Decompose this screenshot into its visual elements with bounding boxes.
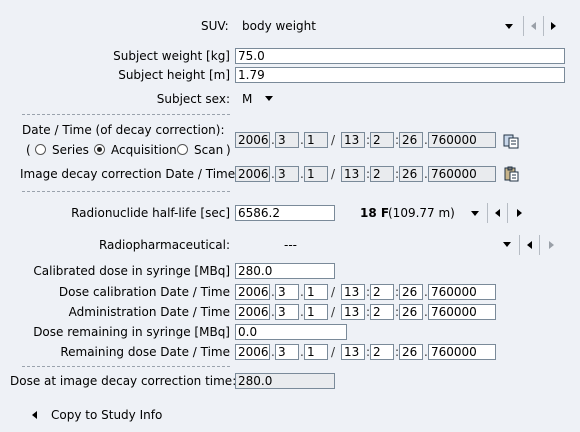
second-field[interactable]: 26 [399,166,423,182]
year-field[interactable]: 2006 [235,166,270,182]
dose-at-decay-value: 280.0 [235,373,335,389]
copy-to-study-info-label: Copy to Study Info [51,408,163,422]
fraction-field[interactable]: 760000 [428,132,496,148]
copy-to-study-info-button[interactable]: Copy to Study Info [30,405,163,425]
second-field[interactable]: 26 [399,304,423,320]
isotope-dropdown-icon[interactable] [471,211,479,216]
minute-field[interactable]: 2 [370,344,394,360]
month-field[interactable]: 3 [275,284,299,300]
image-decay-label: Image decay correction Date / Time [20,167,236,181]
remaining-dose-label: Dose remaining in syringe [MBq] [33,325,230,339]
isotope-prev-icon[interactable] [495,209,500,217]
paren-open: ( [26,143,31,157]
isotope-detail: (109.77 m) [388,206,455,220]
divider [22,191,230,192]
halflife-input[interactable]: 6586.2 [235,205,335,221]
subject-sex-select[interactable]: M [242,91,252,107]
slash-separator: / [331,345,336,359]
separator [543,16,544,36]
minute-field[interactable]: 2 [370,132,394,148]
hour-field[interactable]: 13 [341,132,365,148]
separator [487,203,488,223]
year-field[interactable]: 2006 [235,284,270,300]
administration-time-label: Administration Date / Time [68,305,230,319]
halflife-label: Radionuclide half-life [sec] [71,206,230,220]
slash-separator: / [331,167,336,181]
pharma-dropdown-icon[interactable] [503,242,511,247]
paste-icon[interactable] [503,166,519,182]
second-field[interactable]: 26 [399,344,423,360]
hour-field[interactable]: 13 [341,284,365,300]
isotope-next-icon[interactable] [517,209,522,217]
sex-dropdown-icon[interactable] [265,96,273,101]
separator [507,203,508,223]
day-field[interactable]: 1 [304,166,328,182]
minute-field[interactable]: 2 [370,304,394,320]
second-field[interactable]: 26 [399,284,423,300]
subject-weight-input[interactable]: 75.0 [235,48,565,64]
dose-at-decay-label: Dose at image decay correction time: [10,374,237,388]
day-field[interactable]: 1 [304,284,328,300]
radio-scan-label[interactable]: Scan [194,142,223,158]
arrow-left-icon [32,411,37,419]
divider [22,366,230,367]
month-field[interactable]: 3 [275,132,299,148]
dose-calibration-time-label: Dose calibration Date / Time [58,285,230,299]
fraction-field[interactable]: 760000 [428,344,496,360]
radio-series[interactable] [35,144,46,155]
suv-label: SUV: [201,19,229,33]
calibrated-dose-input[interactable]: 280.0 [235,263,335,279]
day-field[interactable]: 1 [304,132,328,148]
remaining-dose-time-label: Remaining dose Date / Time [60,345,230,359]
year-field[interactable]: 2006 [235,304,270,320]
remaining-dose-input[interactable]: 0.0 [235,324,347,340]
pharma-prev-icon[interactable] [527,241,532,249]
separator [519,235,520,255]
calibrated-dose-label: Calibrated dose in syringe [MBq] [33,264,230,278]
month-field[interactable]: 3 [275,304,299,320]
day-field[interactable]: 1 [304,344,328,360]
month-field[interactable]: 3 [275,344,299,360]
radio-scan[interactable] [177,144,188,155]
slash-separator: / [331,305,336,319]
paren-close: ) [226,143,231,157]
minute-field[interactable]: 2 [370,166,394,182]
suv-next-icon[interactable] [551,22,556,30]
day-field[interactable]: 1 [304,304,328,320]
month-field[interactable]: 3 [275,166,299,182]
fraction-field[interactable]: 760000 [428,304,496,320]
fraction-field[interactable]: 760000 [428,284,496,300]
subject-height-label: Subject height [m] [118,68,230,82]
pharma-select[interactable]: --- [284,237,297,253]
minute-field[interactable]: 2 [370,284,394,300]
separator [539,235,540,255]
decay-title: Date / Time (of decay correction): [22,123,225,137]
hour-field[interactable]: 13 [341,344,365,360]
hour-field[interactable]: 13 [341,166,365,182]
year-field[interactable]: 2006 [235,344,270,360]
slash-separator: / [331,133,336,147]
pharma-next-icon[interactable] [549,241,554,249]
isotope-select[interactable]: 18 F [360,205,389,221]
radio-series-label[interactable]: Series [52,142,89,158]
radio-acquisition[interactable] [94,144,105,155]
divider [22,114,230,115]
year-field[interactable]: 2006 [235,132,270,148]
hour-field[interactable]: 13 [341,304,365,320]
separator [523,16,524,36]
second-field[interactable]: 26 [399,132,423,148]
subject-weight-label: Subject weight [kg] [113,49,230,63]
subject-height-input[interactable]: 1.79 [235,67,565,83]
pharma-label: Radiopharmaceutical: [98,238,230,252]
slash-separator: / [331,285,336,299]
suv-prev-icon[interactable] [531,22,536,30]
fraction-field[interactable]: 760000 [428,166,496,182]
radio-acquisition-label[interactable]: Acquisition [111,142,177,158]
suv-dropdown-icon[interactable] [505,24,513,29]
suv-select[interactable]: body weight [242,18,316,34]
subject-sex-label: Subject sex: [156,92,230,106]
copy-icon[interactable] [503,133,519,149]
